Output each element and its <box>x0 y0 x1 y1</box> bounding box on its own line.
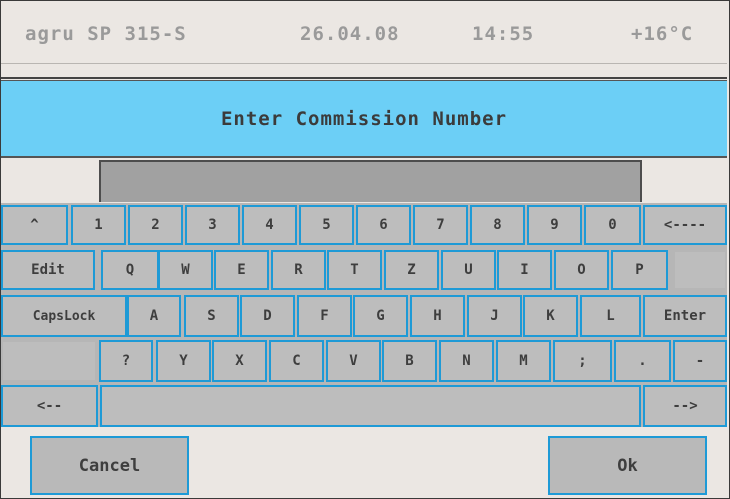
key-f[interactable]: F <box>297 295 352 337</box>
blank-key[interactable] <box>673 250 727 290</box>
key-3[interactable]: 3 <box>185 205 240 245</box>
key-j[interactable]: J <box>467 295 522 337</box>
page-title: Enter Commission Number <box>1 80 727 158</box>
key-4[interactable]: 4 <box>242 205 297 245</box>
key-capslock[interactable]: CapsLock <box>1 295 127 337</box>
key-period[interactable]: . <box>614 340 671 382</box>
key-8[interactable]: 8 <box>470 205 525 245</box>
key-n[interactable]: N <box>439 340 494 382</box>
blank-key[interactable] <box>1 340 97 382</box>
key-minus[interactable]: - <box>673 340 727 382</box>
key-cursor-left[interactable]: <-- <box>1 385 98 427</box>
key-9[interactable]: 9 <box>527 205 582 245</box>
key-s[interactable]: S <box>184 295 239 337</box>
key-cursor-right[interactable]: --> <box>643 385 727 427</box>
key-k[interactable]: K <box>523 295 578 337</box>
key-0[interactable]: 0 <box>584 205 641 245</box>
key-1[interactable]: 1 <box>71 205 126 245</box>
key-c[interactable]: C <box>269 340 324 382</box>
key-r[interactable]: R <box>271 250 326 290</box>
key-5[interactable]: 5 <box>299 205 354 245</box>
key-semicolon[interactable]: ; <box>553 340 612 382</box>
commission-number-input[interactable] <box>99 160 642 202</box>
key-g[interactable]: G <box>353 295 408 337</box>
key-7[interactable]: 7 <box>413 205 468 245</box>
key-b[interactable]: B <box>382 340 437 382</box>
key-enter[interactable]: Enter <box>643 295 727 337</box>
key-x[interactable]: X <box>212 340 267 382</box>
cancel-button[interactable]: Cancel <box>30 436 189 495</box>
status-bar: agru SP 315-S 26.04.08 14:55 +16°C <box>1 1 727 79</box>
on-screen-keyboard: ^ 1 2 3 4 5 6 7 8 9 0 <---- Edit Q W E R T Z U I O P CapsLock A S… <box>1 203 727 427</box>
key-t[interactable]: T <box>327 250 382 290</box>
key-y[interactable]: Y <box>156 340 211 382</box>
key-l[interactable]: L <box>580 295 641 337</box>
key-a[interactable]: A <box>127 295 181 337</box>
key-m[interactable]: M <box>496 340 551 382</box>
key-caret[interactable]: ^ <box>1 205 68 245</box>
key-e[interactable]: E <box>214 250 269 290</box>
key-p[interactable]: P <box>611 250 668 290</box>
key-edit[interactable]: Edit <box>1 250 95 290</box>
ok-button[interactable]: Ok <box>548 436 707 495</box>
key-question[interactable]: ? <box>99 340 153 382</box>
status-temperature: +16°C <box>631 23 694 45</box>
key-h[interactable]: H <box>410 295 465 337</box>
key-d[interactable]: D <box>240 295 295 337</box>
device-name: agru SP 315-S <box>25 23 187 45</box>
status-time: 14:55 <box>472 23 535 45</box>
key-o[interactable]: O <box>554 250 609 290</box>
space-key[interactable] <box>100 385 641 427</box>
key-u[interactable]: U <box>441 250 496 290</box>
status-date: 26.04.08 <box>300 23 400 45</box>
status-divider <box>1 63 727 79</box>
key-q[interactable]: Q <box>101 250 159 290</box>
key-i[interactable]: I <box>497 250 552 290</box>
key-2[interactable]: 2 <box>128 205 183 245</box>
key-w[interactable]: W <box>158 250 213 290</box>
key-z[interactable]: Z <box>384 250 439 290</box>
key-6[interactable]: 6 <box>356 205 411 245</box>
key-backspace[interactable]: <---- <box>643 205 727 245</box>
key-v[interactable]: V <box>326 340 381 382</box>
